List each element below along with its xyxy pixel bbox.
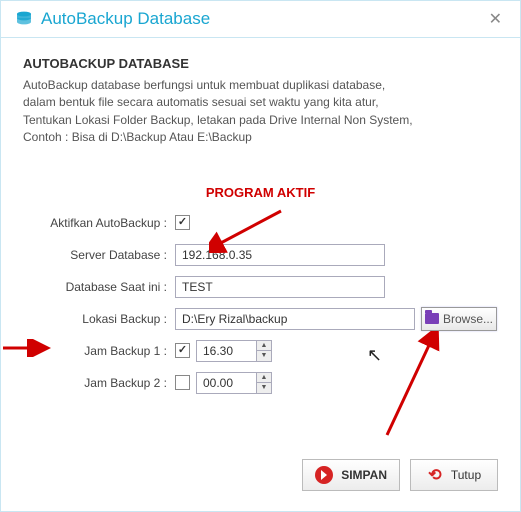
save-button[interactable]: SIMPAN	[302, 459, 400, 491]
server-label: Server Database :	[23, 248, 175, 262]
jam1-label: Jam Backup 1 :	[23, 344, 175, 358]
jam2-label: Jam Backup 2 :	[23, 376, 175, 390]
program-status: PROGRAM AKTIF	[23, 185, 498, 200]
jam2-spin-up[interactable]: ▲	[256, 373, 271, 384]
section-heading: AUTOBACKUP DATABASE	[23, 56, 498, 71]
server-input[interactable]	[175, 244, 385, 266]
jam1-checkbox[interactable]	[175, 343, 190, 358]
settings-form: Aktifkan AutoBackup : Server Database : …	[23, 210, 498, 396]
jam2-checkbox[interactable]	[175, 375, 190, 390]
window-title: AutoBackup Database	[41, 9, 210, 29]
location-input[interactable]	[175, 308, 415, 330]
database-icon	[15, 10, 33, 28]
close-icon[interactable]: ✕	[485, 9, 506, 29]
browse-button[interactable]: Browse...	[421, 307, 497, 331]
autobackup-dialog: AutoBackup Database ✕ AUTOBACKUP DATABAS…	[0, 0, 521, 512]
jam1-spin-up[interactable]: ▲	[256, 341, 271, 352]
description: AutoBackup database berfungsi untuk memb…	[23, 77, 498, 147]
dbname-input[interactable]	[175, 276, 385, 298]
enable-checkbox[interactable]	[175, 215, 190, 230]
jam2-spin-down[interactable]: ▼	[256, 383, 271, 393]
back-icon: ⟲	[427, 467, 443, 483]
jam1-spin-down[interactable]: ▼	[256, 351, 271, 361]
footer-buttons: SIMPAN ⟲ Tutup	[302, 459, 498, 491]
dbname-label: Database Saat ini :	[23, 280, 175, 294]
titlebar: AutoBackup Database ✕	[1, 1, 520, 38]
content-area: AUTOBACKUP DATABASE AutoBackup database …	[1, 38, 520, 412]
close-button[interactable]: ⟲ Tutup	[410, 459, 498, 491]
location-label: Lokasi Backup :	[23, 312, 175, 326]
play-icon	[315, 466, 333, 484]
enable-label: Aktifkan AutoBackup :	[23, 216, 175, 230]
folder-icon	[425, 313, 439, 324]
